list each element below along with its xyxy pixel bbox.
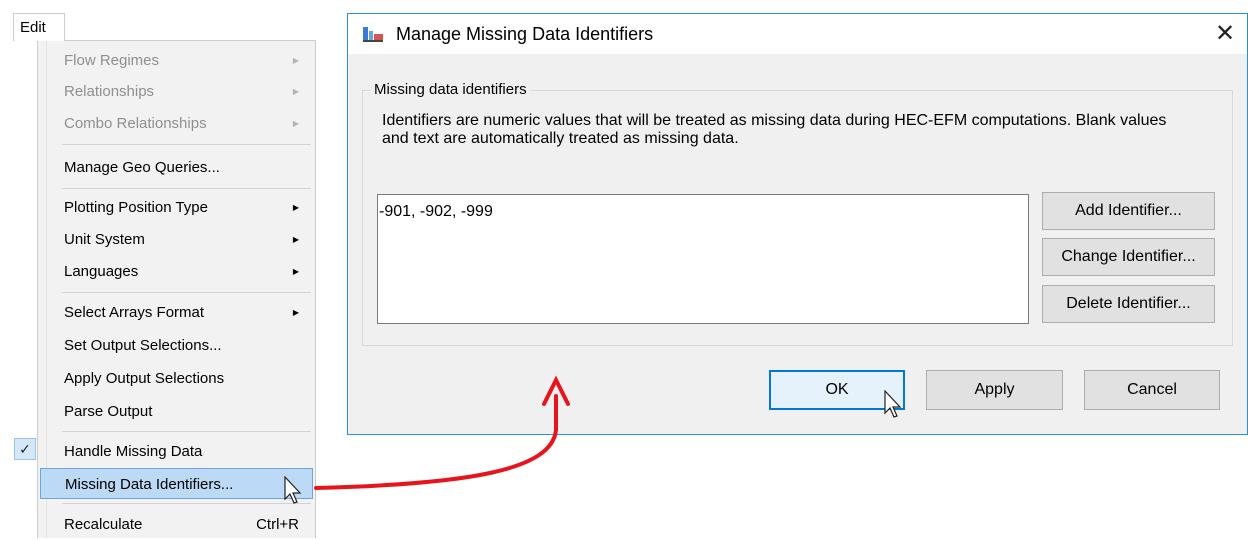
app-icon bbox=[363, 27, 383, 42]
menu-item-label: Parse Output bbox=[64, 403, 153, 420]
menu-item-relationships: Relationships ▶ bbox=[40, 76, 313, 107]
submenu-arrow-icon: ▶ bbox=[292, 203, 299, 212]
identifiers-list[interactable]: -901, -902, -999 bbox=[377, 194, 1029, 324]
submenu-arrow-icon: ▶ bbox=[292, 119, 299, 128]
mouse-cursor-icon bbox=[884, 390, 902, 418]
menu-item-unit-system[interactable]: Unit System ▶ bbox=[40, 224, 313, 255]
check-icon: ✓ bbox=[14, 438, 36, 460]
close-icon[interactable]: ✕ bbox=[1203, 14, 1247, 54]
submenu-arrow-icon: ▶ bbox=[292, 87, 299, 96]
menubar-edit[interactable]: Edit bbox=[13, 13, 65, 41]
cancel-button[interactable]: Cancel bbox=[1084, 370, 1220, 410]
menu-item-label: Plotting Position Type bbox=[64, 199, 208, 216]
delete-identifier-button[interactable]: Delete Identifier... bbox=[1042, 285, 1215, 323]
apply-button[interactable]: Apply bbox=[926, 370, 1063, 410]
submenu-arrow-icon: ▶ bbox=[292, 56, 299, 65]
menu-item-recalculate[interactable]: Recalculate Ctrl+R bbox=[40, 509, 313, 540]
menu-item-parse-output[interactable]: Parse Output bbox=[40, 396, 313, 427]
dialog-title: Manage Missing Data Identifiers bbox=[396, 24, 654, 44]
description-text: Identifiers are numeric values that will… bbox=[382, 112, 1167, 147]
submenu-arrow-icon: ▶ bbox=[292, 308, 299, 317]
dialog-titlebar[interactable]: Manage Missing Data Identifiers ✕ bbox=[348, 14, 1247, 54]
menu-item-combo-relationships: Combo Relationships ▶ bbox=[40, 108, 313, 139]
menu-separator bbox=[62, 431, 311, 432]
menu-item-label: Languages bbox=[64, 263, 139, 280]
edit-dropdown-menu: Flow Regimes ▶ Relationships ▶ Combo Rel… bbox=[37, 40, 316, 538]
menu-item-apply-output-selections[interactable]: Apply Output Selections bbox=[40, 363, 313, 394]
mouse-cursor-icon bbox=[284, 476, 302, 504]
menu-item-shortcut: Ctrl+R bbox=[256, 516, 299, 533]
menu-item-plotting-position-type[interactable]: Plotting Position Type ▶ bbox=[40, 192, 313, 223]
menu-separator bbox=[62, 292, 311, 293]
menu-item-label: Missing Data Identifiers... bbox=[65, 476, 234, 493]
menu-separator bbox=[62, 144, 311, 145]
menu-item-handle-missing-data[interactable]: Handle Missing Data bbox=[40, 436, 313, 467]
menu-item-set-output-selections[interactable]: Set Output Selections... bbox=[40, 330, 313, 361]
group-label: Missing data identifiers bbox=[370, 80, 531, 100]
change-identifier-button[interactable]: Change Identifier... bbox=[1042, 238, 1215, 276]
manage-missing-data-dialog: Manage Missing Data Identifiers ✕ Missin… bbox=[347, 13, 1248, 435]
menu-separator bbox=[62, 503, 311, 504]
menu-item-label: Apply Output Selections bbox=[64, 370, 225, 387]
menu-item-manage-geo-queries[interactable]: Manage Geo Queries... bbox=[40, 152, 313, 183]
menu-item-languages[interactable]: Languages ▶ bbox=[40, 256, 313, 287]
submenu-arrow-icon: ▶ bbox=[292, 267, 299, 276]
menu-item-label: Recalculate bbox=[64, 516, 143, 533]
menu-item-select-arrays-format[interactable]: Select Arrays Format ▶ bbox=[40, 297, 313, 328]
menu-item-flow-regimes: Flow Regimes ▶ bbox=[40, 45, 313, 76]
menu-item-label: Select Arrays Format bbox=[64, 304, 205, 321]
menu-item-label: Manage Geo Queries... bbox=[64, 159, 220, 176]
add-identifier-button[interactable]: Add Identifier... bbox=[1042, 192, 1215, 230]
menu-item-label: Set Output Selections... bbox=[64, 337, 222, 354]
menu-item-label: Flow Regimes bbox=[64, 52, 160, 69]
menu-item-label: Handle Missing Data bbox=[64, 443, 203, 460]
menu-item-label: Unit System bbox=[64, 231, 145, 248]
menu-item-label: Relationships bbox=[64, 83, 155, 100]
menu-item-missing-data-identifiers[interactable]: Missing Data Identifiers... bbox=[40, 468, 313, 499]
menu-separator bbox=[62, 188, 311, 189]
submenu-arrow-icon: ▶ bbox=[292, 235, 299, 244]
menu-item-label: Combo Relationships bbox=[64, 115, 207, 132]
